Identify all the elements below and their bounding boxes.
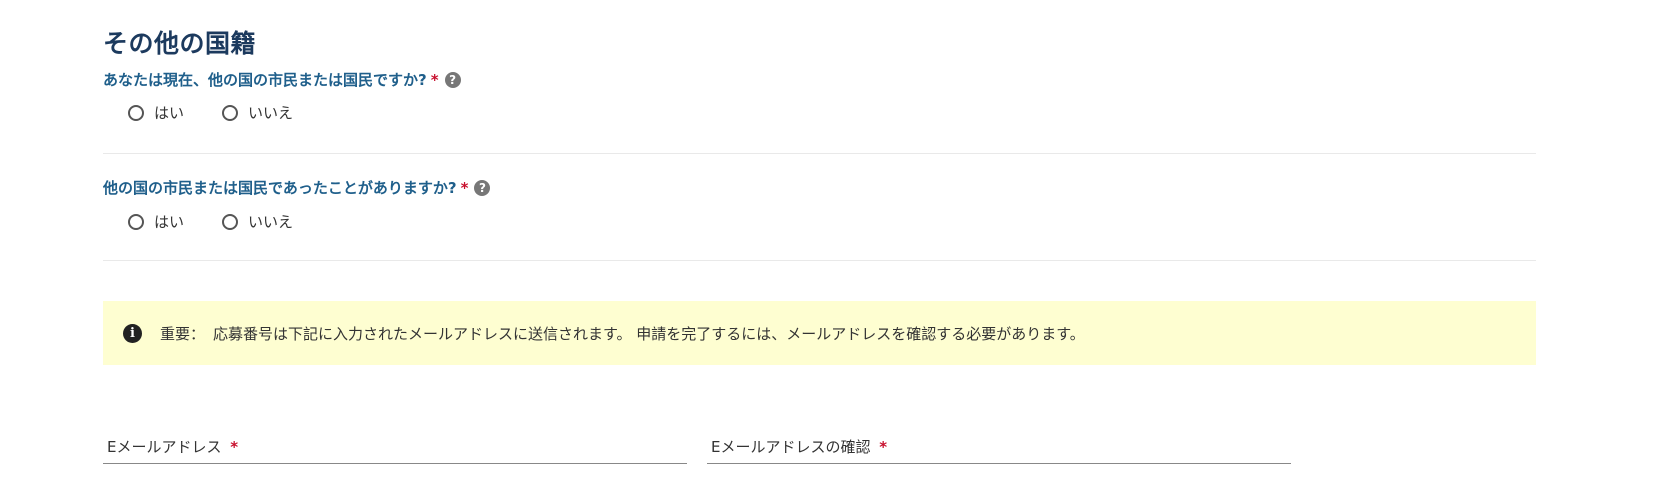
- radio-option-no[interactable]: いいえ: [222, 102, 293, 123]
- info-circle-icon: i: [123, 323, 142, 343]
- divider: [103, 153, 1536, 154]
- email-confirm-field[interactable]: Eメールアドレスの確認 *: [707, 436, 1291, 464]
- required-marker: *: [879, 438, 888, 456]
- radio-button[interactable]: [222, 104, 239, 121]
- required-marker: *: [430, 70, 439, 89]
- question-label: 他の国の市民または国民であったことがありますか?: [103, 179, 457, 197]
- radio-option-yes[interactable]: はい: [128, 211, 184, 232]
- radio-button[interactable]: [128, 213, 144, 230]
- radio-button[interactable]: [128, 104, 144, 121]
- radio-label: いいえ: [248, 213, 294, 231]
- radio-button[interactable]: [222, 213, 239, 230]
- radio-group-past-citizenship: はい いいえ: [128, 211, 331, 232]
- notice-text: 応募番号は下記に入力されたメールアドレスに送信されます。 申請を完了するには、メ…: [213, 324, 1085, 343]
- required-marker: *: [230, 438, 239, 456]
- radio-label: いいえ: [248, 104, 294, 122]
- help-icon[interactable]: ?: [444, 71, 461, 88]
- important-notice: i 重要： 応募番号は下記に入力されたメールアドレスに送信されます。 申請を完了…: [103, 301, 1536, 365]
- radio-label: はい: [154, 213, 185, 231]
- required-marker: *: [460, 178, 469, 197]
- radio-option-no[interactable]: いいえ: [222, 211, 293, 232]
- question-past-citizenship: 他の国の市民または国民であったことがありますか? * ?: [103, 177, 491, 198]
- form-page: その他の国籍 あなたは現在、他の国の市民または国民ですか? * ? はい いいえ…: [0, 0, 1660, 496]
- help-icon[interactable]: ?: [474, 179, 491, 196]
- radio-option-yes[interactable]: はい: [128, 102, 184, 123]
- radio-group-current-citizenship: はい いいえ: [128, 102, 331, 123]
- email-field-label: Eメールアドレス: [107, 438, 222, 456]
- email-field[interactable]: Eメールアドレス *: [103, 436, 687, 464]
- notice-label: 重要：: [160, 324, 206, 343]
- email-confirm-field-label: Eメールアドレスの確認: [711, 438, 871, 456]
- radio-label: はい: [154, 104, 185, 122]
- section-title: その他の国籍: [103, 29, 257, 58]
- question-current-citizenship: あなたは現在、他の国の市民または国民ですか? * ?: [103, 69, 461, 90]
- divider: [103, 260, 1536, 261]
- question-label: あなたは現在、他の国の市民または国民ですか?: [103, 71, 427, 89]
